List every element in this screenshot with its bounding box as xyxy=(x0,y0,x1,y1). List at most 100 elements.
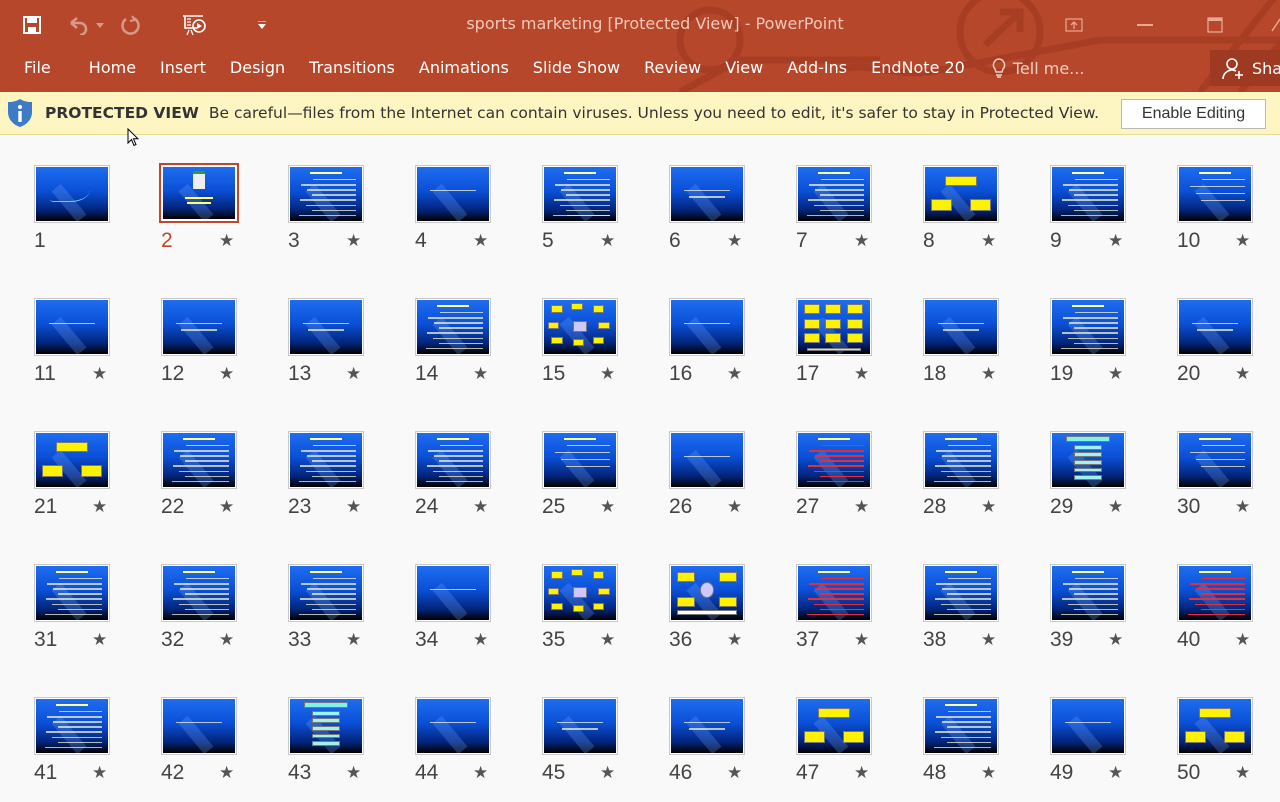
slide-thumbnail-20[interactable]: 20 ★ xyxy=(1177,298,1277,403)
share-button[interactable]: Share xyxy=(1210,50,1280,86)
slide-preview[interactable] xyxy=(669,431,745,489)
animation-star-icon[interactable]: ★ xyxy=(1235,364,1250,384)
slide-thumbnail-18[interactable]: 18 ★ xyxy=(923,298,1023,403)
animation-star-icon[interactable]: ★ xyxy=(981,364,996,384)
slide-thumbnail-7[interactable]: 7 ★ xyxy=(796,165,896,270)
slide-preview[interactable] xyxy=(161,697,237,755)
animation-star-icon[interactable]: ★ xyxy=(92,763,107,783)
tell-me-search[interactable]: Tell me... xyxy=(991,57,1084,79)
slide-thumbnail-47[interactable]: 47 ★ xyxy=(796,697,896,802)
animation-star-icon[interactable]: ★ xyxy=(600,497,615,517)
slide-preview[interactable] xyxy=(1050,564,1126,622)
slide-preview[interactable] xyxy=(1050,697,1126,755)
slide-thumbnail-43[interactable]: 43 ★ xyxy=(288,697,388,802)
slide-thumbnail-3[interactable]: 3 ★ xyxy=(288,165,388,270)
animation-star-icon[interactable]: ★ xyxy=(1235,497,1250,517)
animation-star-icon[interactable]: ★ xyxy=(473,497,488,517)
slide-preview[interactable] xyxy=(542,697,618,755)
animation-star-icon[interactable]: ★ xyxy=(346,231,361,251)
animation-star-icon[interactable]: ★ xyxy=(854,231,869,251)
slide-preview[interactable] xyxy=(159,163,239,223)
slide-thumbnail-26[interactable]: 26 ★ xyxy=(669,431,769,536)
slide-preview[interactable] xyxy=(542,298,618,356)
slide-thumbnail-45[interactable]: 45 ★ xyxy=(542,697,642,802)
slide-thumbnail-8[interactable]: 8 ★ xyxy=(923,165,1023,270)
slide-preview[interactable] xyxy=(923,564,999,622)
animation-star-icon[interactable]: ★ xyxy=(346,364,361,384)
animation-star-icon[interactable]: ★ xyxy=(219,630,234,650)
animation-star-icon[interactable]: ★ xyxy=(219,231,234,251)
animation-star-icon[interactable]: ★ xyxy=(219,364,234,384)
slide-preview[interactable] xyxy=(923,431,999,489)
animation-star-icon[interactable]: ★ xyxy=(981,497,996,517)
slide-thumbnail-38[interactable]: 38 ★ xyxy=(923,564,1023,669)
slide-preview[interactable] xyxy=(161,431,237,489)
slide-thumbnail-15[interactable]: 15 ★ xyxy=(542,298,642,403)
slide-preview[interactable] xyxy=(288,431,364,489)
slide-thumbnail-35[interactable]: 35 ★ xyxy=(542,564,642,669)
slide-thumbnail-41[interactable]: 41 ★ xyxy=(34,697,134,802)
animation-star-icon[interactable]: ★ xyxy=(1235,231,1250,251)
animation-star-icon[interactable]: ★ xyxy=(346,630,361,650)
animation-star-icon[interactable]: ★ xyxy=(1235,630,1250,650)
slide-preview[interactable] xyxy=(796,431,872,489)
animation-star-icon[interactable]: ★ xyxy=(981,763,996,783)
slide-thumbnail-33[interactable]: 33 ★ xyxy=(288,564,388,669)
animation-star-icon[interactable]: ★ xyxy=(854,630,869,650)
animation-star-icon[interactable]: ★ xyxy=(1108,763,1123,783)
slide-preview[interactable] xyxy=(1177,298,1253,356)
slide-thumbnail-13[interactable]: 13 ★ xyxy=(288,298,388,403)
slide-preview[interactable] xyxy=(415,298,491,356)
slide-preview[interactable] xyxy=(1050,165,1126,223)
animation-star-icon[interactable]: ★ xyxy=(473,630,488,650)
slide-thumbnail-9[interactable]: 9 ★ xyxy=(1050,165,1150,270)
slide-thumbnail-49[interactable]: 49 ★ xyxy=(1050,697,1150,802)
slide-thumbnail-31[interactable]: 31 ★ xyxy=(34,564,134,669)
slide-thumbnail-39[interactable]: 39 ★ xyxy=(1050,564,1150,669)
slide-thumbnail-14[interactable]: 14 ★ xyxy=(415,298,515,403)
slide-thumbnail-17[interactable]: 17 ★ xyxy=(796,298,896,403)
slide-preview[interactable] xyxy=(288,697,364,755)
animation-star-icon[interactable]: ★ xyxy=(981,231,996,251)
animation-star-icon[interactable]: ★ xyxy=(346,497,361,517)
animation-star-icon[interactable]: ★ xyxy=(1108,497,1123,517)
animation-star-icon[interactable]: ★ xyxy=(854,763,869,783)
slide-preview[interactable] xyxy=(415,697,491,755)
animation-star-icon[interactable]: ★ xyxy=(600,231,615,251)
tab-add-ins[interactable]: Add-Ins xyxy=(775,50,859,86)
slide-preview[interactable] xyxy=(796,165,872,223)
animation-star-icon[interactable]: ★ xyxy=(473,231,488,251)
slide-thumbnail-5[interactable]: 5 ★ xyxy=(542,165,642,270)
animation-star-icon[interactable]: ★ xyxy=(981,630,996,650)
slide-preview[interactable] xyxy=(669,564,745,622)
slide-preview[interactable] xyxy=(288,564,364,622)
slide-thumbnail-50[interactable]: 50 ★ xyxy=(1177,697,1277,802)
slide-preview[interactable] xyxy=(161,564,237,622)
slide-thumbnail-4[interactable]: 4 ★ xyxy=(415,165,515,270)
slide-preview[interactable] xyxy=(542,431,618,489)
slide-thumbnail-25[interactable]: 25 ★ xyxy=(542,431,642,536)
animation-star-icon[interactable]: ★ xyxy=(473,364,488,384)
slide-thumbnail-29[interactable]: 29 ★ xyxy=(1050,431,1150,536)
slide-preview[interactable] xyxy=(34,431,110,489)
slide-preview[interactable] xyxy=(415,431,491,489)
ribbon-display-options-icon[interactable] xyxy=(1039,0,1109,50)
slide-preview[interactable] xyxy=(34,298,110,356)
slide-thumbnail-21[interactable]: 21 ★ xyxy=(34,431,134,536)
slide-preview[interactable] xyxy=(1177,431,1253,489)
animation-star-icon[interactable]: ★ xyxy=(727,231,742,251)
animation-star-icon[interactable]: ★ xyxy=(1108,630,1123,650)
slide-thumbnail-19[interactable]: 19 ★ xyxy=(1050,298,1150,403)
slide-thumbnail-32[interactable]: 32 ★ xyxy=(161,564,261,669)
animation-star-icon[interactable]: ★ xyxy=(219,763,234,783)
slide-preview[interactable] xyxy=(796,697,872,755)
slide-preview[interactable] xyxy=(669,697,745,755)
slide-preview[interactable] xyxy=(796,564,872,622)
slide-thumbnail-22[interactable]: 22 ★ xyxy=(161,431,261,536)
animation-star-icon[interactable]: ★ xyxy=(600,364,615,384)
slide-preview[interactable] xyxy=(1050,298,1126,356)
slide-preview[interactable] xyxy=(796,298,872,356)
animation-star-icon[interactable]: ★ xyxy=(1235,763,1250,783)
slide-preview[interactable] xyxy=(161,298,237,356)
tab-animations[interactable]: Animations xyxy=(407,50,521,86)
